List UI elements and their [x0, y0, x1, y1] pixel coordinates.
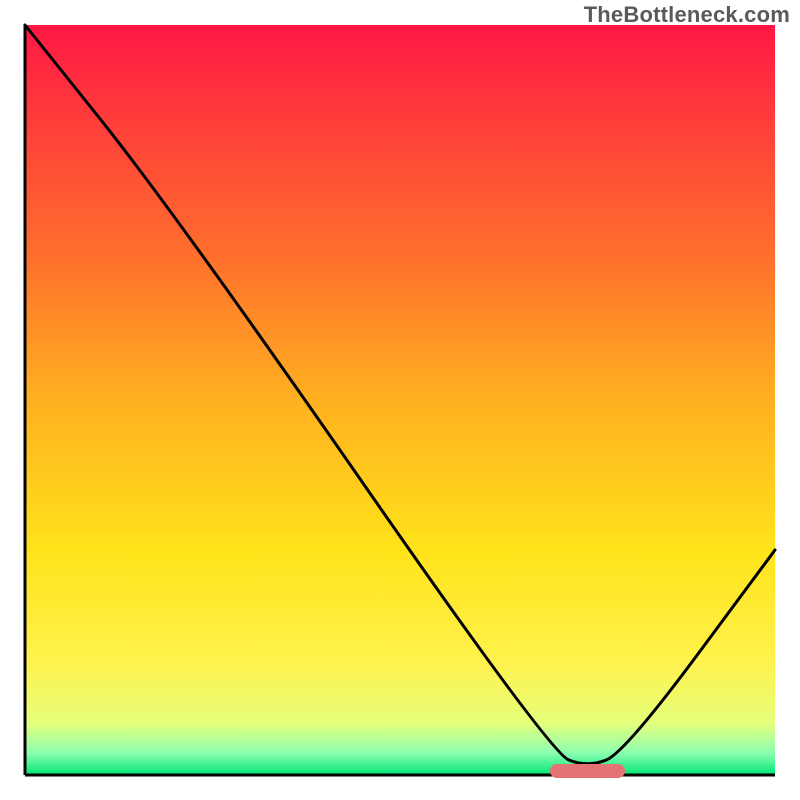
- optimum-marker: [550, 764, 625, 778]
- bottleneck-chart: [0, 0, 800, 800]
- watermark-text: TheBottleneck.com: [584, 2, 790, 28]
- chart-container: TheBottleneck.com: [0, 0, 800, 800]
- plot-background: [25, 25, 775, 775]
